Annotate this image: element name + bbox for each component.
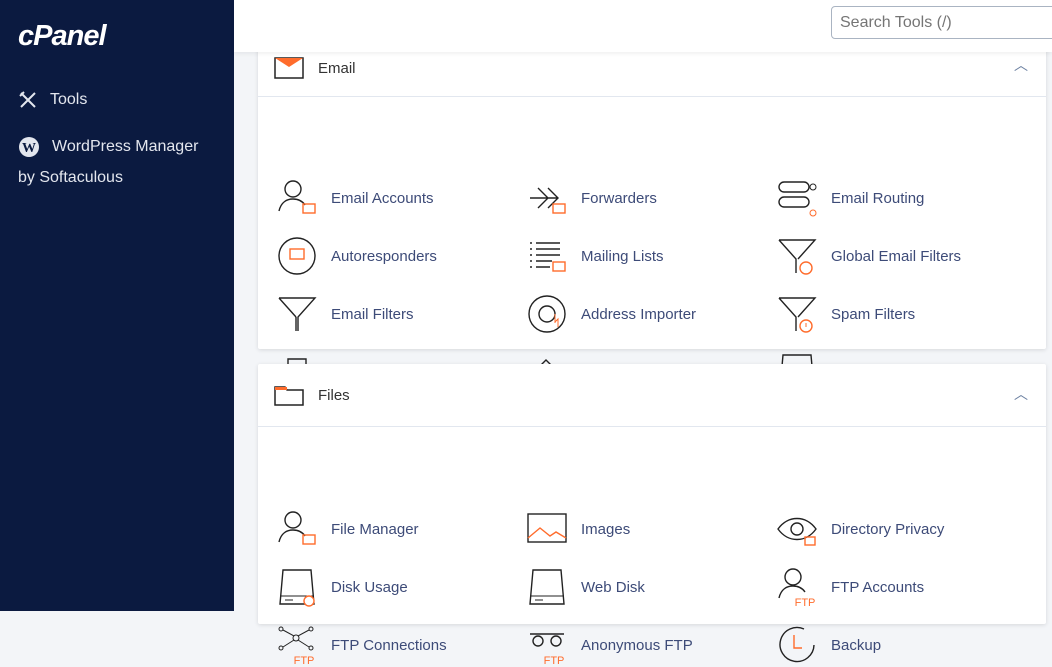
folder-icon <box>274 386 304 406</box>
user-mail-icon <box>278 180 316 214</box>
tool-forwarders[interactable]: Forwarders <box>526 176 657 220</box>
eye-icon <box>777 517 817 546</box>
tool-label: Mailing Lists <box>581 247 664 265</box>
user-ftp-icon: FTP <box>778 568 816 608</box>
sidebar-item-label: WordPress Manager <box>52 138 199 155</box>
tool-label: Autoresponders <box>331 247 437 265</box>
svg-text:FTP: FTP <box>544 655 565 666</box>
tool-label: Global Email Filters <box>831 247 962 265</box>
tool-label: Images <box>581 520 631 538</box>
sidebar-item-label: Tools <box>50 91 88 108</box>
user-folder-icon <box>278 511 316 545</box>
tool-global-email-filters[interactable]: Global Email Filters <box>776 234 961 278</box>
tool-label: Backup <box>831 636 882 654</box>
tool-ftp-accounts[interactable]: FTP FTP Accounts <box>776 565 924 609</box>
sidebar: cPanel Tools W WordPress Manager by Soft… <box>0 0 234 611</box>
sidebar-item-sublabel[interactable]: by Softaculous <box>18 169 123 187</box>
tool-images[interactable]: Images <box>526 507 630 551</box>
svg-text:W: W <box>22 141 36 156</box>
tool-autoresponders[interactable]: Autoresponders <box>276 234 437 278</box>
tool-label: FTP Connections <box>331 636 447 654</box>
tool-disk-usage[interactable]: Disk Usage <box>276 565 408 609</box>
tool-address-importer[interactable]: Address Importer <box>526 292 696 336</box>
webdisk-icon <box>529 569 565 605</box>
glasses-ftp-icon: FTP <box>530 633 565 666</box>
section-title: Files <box>318 386 350 404</box>
net-ftp-icon: FTP <box>278 626 315 666</box>
files-section: Files ︿ File Manager Images Directory Priv… <box>258 364 1046 666</box>
clock-icon <box>779 626 815 663</box>
tool-label: Forwarders <box>581 189 657 207</box>
envelope-icon <box>274 57 304 79</box>
list-icon <box>530 242 566 272</box>
tool-spam-filters[interactable]: Spam Filters <box>776 292 915 336</box>
tool-label: Spam Filters <box>831 305 916 323</box>
image-icon <box>527 513 567 543</box>
cpanel-logo[interactable]: cPanel <box>18 20 106 53</box>
tool-label: File Manager <box>331 520 419 538</box>
tool-label: Email Routing <box>831 189 925 207</box>
search-tools-input[interactable] <box>831 6 1052 39</box>
disk-icon <box>279 569 315 607</box>
tool-ftp-connections[interactable]: FTP FTP Connections <box>276 623 447 667</box>
filter-alert-icon <box>778 297 817 333</box>
tool-label: Disk Usage <box>331 578 408 596</box>
routing-icon <box>778 181 817 217</box>
forward-icon <box>530 187 566 214</box>
tool-file-manager[interactable]: File Manager <box>276 507 419 551</box>
tool-label: Email Accounts <box>331 189 434 207</box>
at-icon <box>528 295 566 333</box>
sidebar-item-tools[interactable]: Tools <box>18 90 87 110</box>
tools-icon <box>19 91 36 108</box>
collapse-chevron-icon[interactable]: ︿ <box>1014 384 1028 404</box>
autorespond-icon <box>278 237 316 275</box>
tool-email-accounts[interactable]: Email Accounts <box>276 176 434 220</box>
tool-label: Email Filters <box>331 305 414 323</box>
tool-directory-privacy[interactable]: Directory Privacy <box>776 507 944 551</box>
tool-label: Directory Privacy <box>831 520 945 538</box>
tool-anonymous-ftp[interactable]: FTP Anonymous FTP <box>526 623 693 667</box>
tool-email-routing[interactable]: Email Routing <box>776 176 924 220</box>
section-header[interactable]: Files ︿ <box>258 364 1046 427</box>
tool-label: Web Disk <box>581 578 645 596</box>
svg-text:FTP: FTP <box>294 655 315 666</box>
sidebar-item-wordpress[interactable]: W WordPress Manager <box>18 136 198 158</box>
top-header <box>234 0 1052 52</box>
tool-label: Address Importer <box>581 305 697 323</box>
filter-icon <box>278 297 317 331</box>
tool-backup[interactable]: Backup <box>776 623 881 667</box>
collapse-chevron-icon[interactable]: ︿ <box>1014 55 1028 75</box>
wordpress-icon: W <box>19 137 39 157</box>
tool-web-disk[interactable]: Web Disk <box>526 565 645 609</box>
tool-email-filters[interactable]: Email Filters <box>276 292 414 336</box>
svg-text:FTP: FTP <box>795 597 816 608</box>
email-section: Email ︿ Email Accounts Forwarders Email Ro… <box>258 35 1046 392</box>
tool-mailing-lists[interactable]: Mailing Lists <box>526 234 664 278</box>
filter-globe-icon <box>778 239 817 275</box>
tool-label: Anonymous FTP <box>581 636 693 654</box>
section-title: Email <box>318 59 356 77</box>
tool-label: FTP Accounts <box>831 578 925 596</box>
